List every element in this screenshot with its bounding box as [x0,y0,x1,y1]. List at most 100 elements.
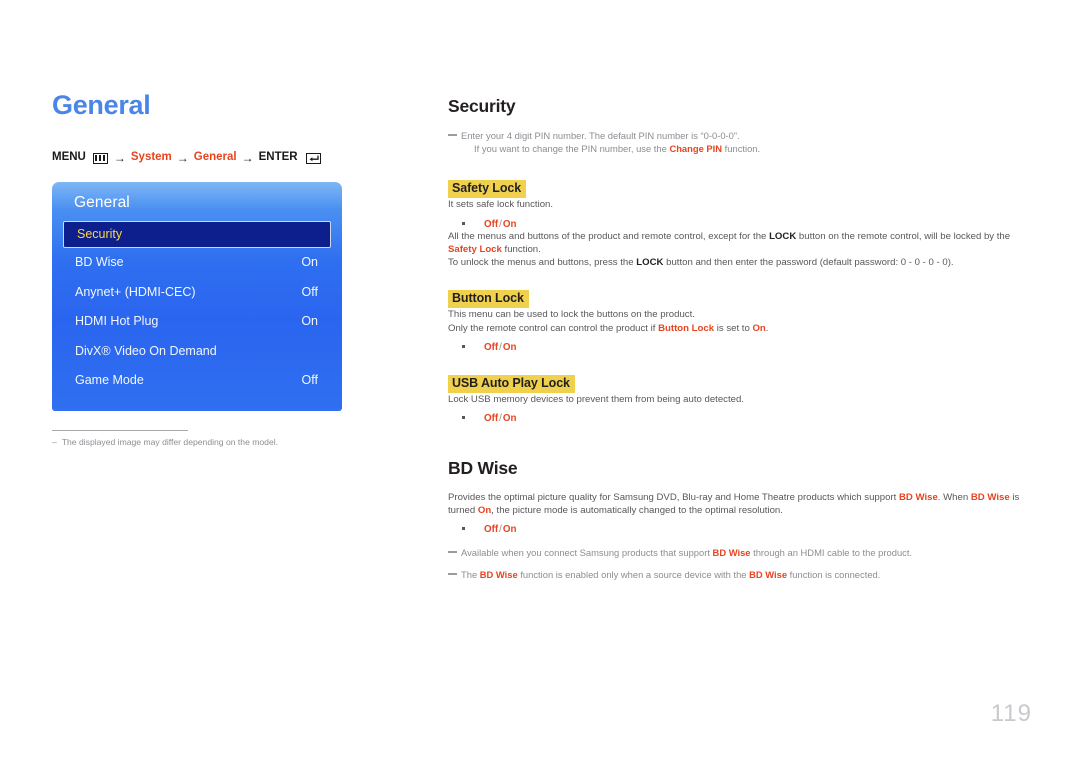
btn-para-a: Only the remote control can control the … [448,322,659,334]
para1-lock: LOCK [769,230,797,242]
osd-item-label: Anynet+ (HDMI-CEC) [75,284,196,299]
security-note-change-pin: Change PIN [669,142,723,154]
osd-item-game-mode[interactable]: Game Mode Off [52,366,342,396]
osd-item-label: BD Wise [75,255,124,270]
safety-lock-options-text: Off/On [484,219,517,230]
bd-note2-bd-wise-1: BD Wise [479,568,518,580]
left-footnote-dash: – [52,437,57,447]
usb-auto-play-lock-description: Lock USB memory devices to prevent them … [448,393,744,405]
bd-para-a: Provides the optimal picture quality for… [448,491,899,503]
left-footnote-text: The displayed image may differ depending… [61,437,279,447]
osd-item-label: HDMI Hot Plug [75,314,159,329]
bd-wise-note-1: Available when you connect Samsung produ… [448,546,1030,559]
osd-item-label: Security [77,227,123,241]
bd-note1-b: through an HDMI cable to the product. [750,547,913,559]
option-off: Off [484,413,499,425]
breadcrumb-step-system: System [130,151,172,164]
bd-para-bd-wise-2: BD Wise [970,491,1010,503]
section-heading-bd-wise: BD Wise [448,458,518,479]
breadcrumb-arrow-3: → [241,151,254,165]
bd-para-b: . When [937,491,971,503]
bullet-dot-icon [462,221,465,225]
bd-note2-b: function is enabled only when a source d… [517,568,750,580]
para1-b: button on the remote control, will be lo… [796,230,1011,242]
para2-a: To unlock the menus and buttons, press t… [448,257,637,269]
safety-lock-paragraph-1: All the menus and buttons of the product… [448,230,1030,256]
option-on: On [502,413,517,425]
section-heading-security: Security [448,96,516,116]
breadcrumb: MENU → System → General → ENTER [52,152,352,164]
osd-item-anynet[interactable]: Anynet+ (HDMI-CEC) Off [52,277,342,307]
bd-note2-c: function is connected. [787,568,881,580]
breadcrumb-arrow-1: → [113,151,126,165]
enter-return-icon [305,152,321,164]
option-on: On [502,524,517,536]
osd-panel-title: General [74,194,130,211]
para1-a: All the menus and buttons of the product… [448,230,770,242]
right-column: Security Enter your 4 digit PIN number. … [448,96,1030,581]
security-note-line1: Enter your 4 digit PIN number. The defau… [461,129,740,141]
bullet-dot-icon [462,416,465,420]
security-note-line2: If you want to change the PIN number, us… [461,143,760,154]
bd-para-on: On [477,504,492,516]
button-lock-description: This menu can be used to lock the button… [448,309,695,321]
para2-lock: LOCK [636,257,664,269]
osd-menu-panel: General Security BD Wise On Anynet+ (HDM… [52,182,342,411]
bd-note2-bd-wise-2: BD Wise [749,568,788,580]
osd-item-hdmi-hot-plug[interactable]: HDMI Hot Plug On [52,307,342,337]
breadcrumb-menu-label: MENU [52,151,86,164]
osd-item-value: Off [301,284,318,299]
usb-options-text: Off/On [484,413,517,424]
btn-para-b: is set to [714,322,753,334]
bd-wise-options: Off/On [448,524,1030,535]
safety-lock-paragraph-2: To unlock the menus and buttons, press t… [448,256,1030,269]
bd-para-d: , the picture mode is automatically chan… [491,504,783,516]
usb-auto-play-lock-options: Off/On [448,413,1030,424]
security-note: Enter your 4 digit PIN number. The defau… [448,129,1030,156]
breadcrumb-arrow-2: → [176,151,189,165]
osd-item-value: On [301,314,318,329]
btn-para-c: . [765,322,769,334]
osd-menu-list: Security BD Wise On Anynet+ (HDMI-CEC) O… [52,220,342,396]
security-note-line2-post: function. [722,142,761,154]
button-lock-options: Off/On [448,342,1030,353]
bullet-dot-icon [462,527,465,531]
osd-item-bd-wise[interactable]: BD Wise On [52,248,342,278]
breadcrumb-step-general: General [193,151,237,164]
left-footnote: – The displayed image may differ dependi… [52,437,352,448]
para1-safety-lock: Safety Lock [448,243,502,255]
page-title: General [52,90,151,120]
security-note-line2-pre: If you want to change the PIN number, us… [474,142,670,154]
left-note-divider [52,430,188,431]
bd-wise-options-text: Off/On [484,524,517,535]
breadcrumb-enter-label: ENTER [258,151,298,164]
btn-para-button-lock: Button Lock [658,322,715,334]
subsection-heading-safety-lock: Safety Lock [448,180,527,199]
osd-item-security[interactable]: Security [63,220,331,248]
option-on: On [502,341,517,353]
option-off: Off [484,341,499,353]
option-on: On [502,218,517,230]
page-number: 119 [990,700,1032,727]
bd-para-bd-wise-1: BD Wise [898,491,938,503]
option-off: Off [484,524,499,536]
bd-wise-note-2: The BD Wise function is enabled only whe… [448,568,1030,581]
bd-note2-a: The [461,568,480,580]
document-page: General MENU → System → General → ENTER … [0,0,1080,763]
osd-item-value: Off [301,373,318,388]
bullet-dot-icon [462,344,465,348]
subsection-heading-usb-auto-play-lock: USB Auto Play Lock [448,374,575,393]
osd-item-label: DivX® Video On Demand [75,343,217,358]
bd-note1-bd-wise: BD Wise [712,547,751,559]
osd-item-value: On [301,255,318,270]
menu-grid-icon [92,152,108,164]
osd-item-label: Game Mode [75,373,144,388]
osd-item-divx-vod[interactable]: DivX® Video On Demand [52,336,342,366]
safety-lock-description: It sets safe lock function. [448,199,554,211]
safety-lock-options: Off/On [448,219,1030,230]
button-lock-paragraph: Only the remote control can control the … [448,322,1030,335]
left-column: General MENU → System → General → ENTER [52,92,352,164]
button-lock-options-text: Off/On [484,342,517,353]
btn-para-on: On [752,322,766,334]
para1-c: function. [501,243,541,255]
